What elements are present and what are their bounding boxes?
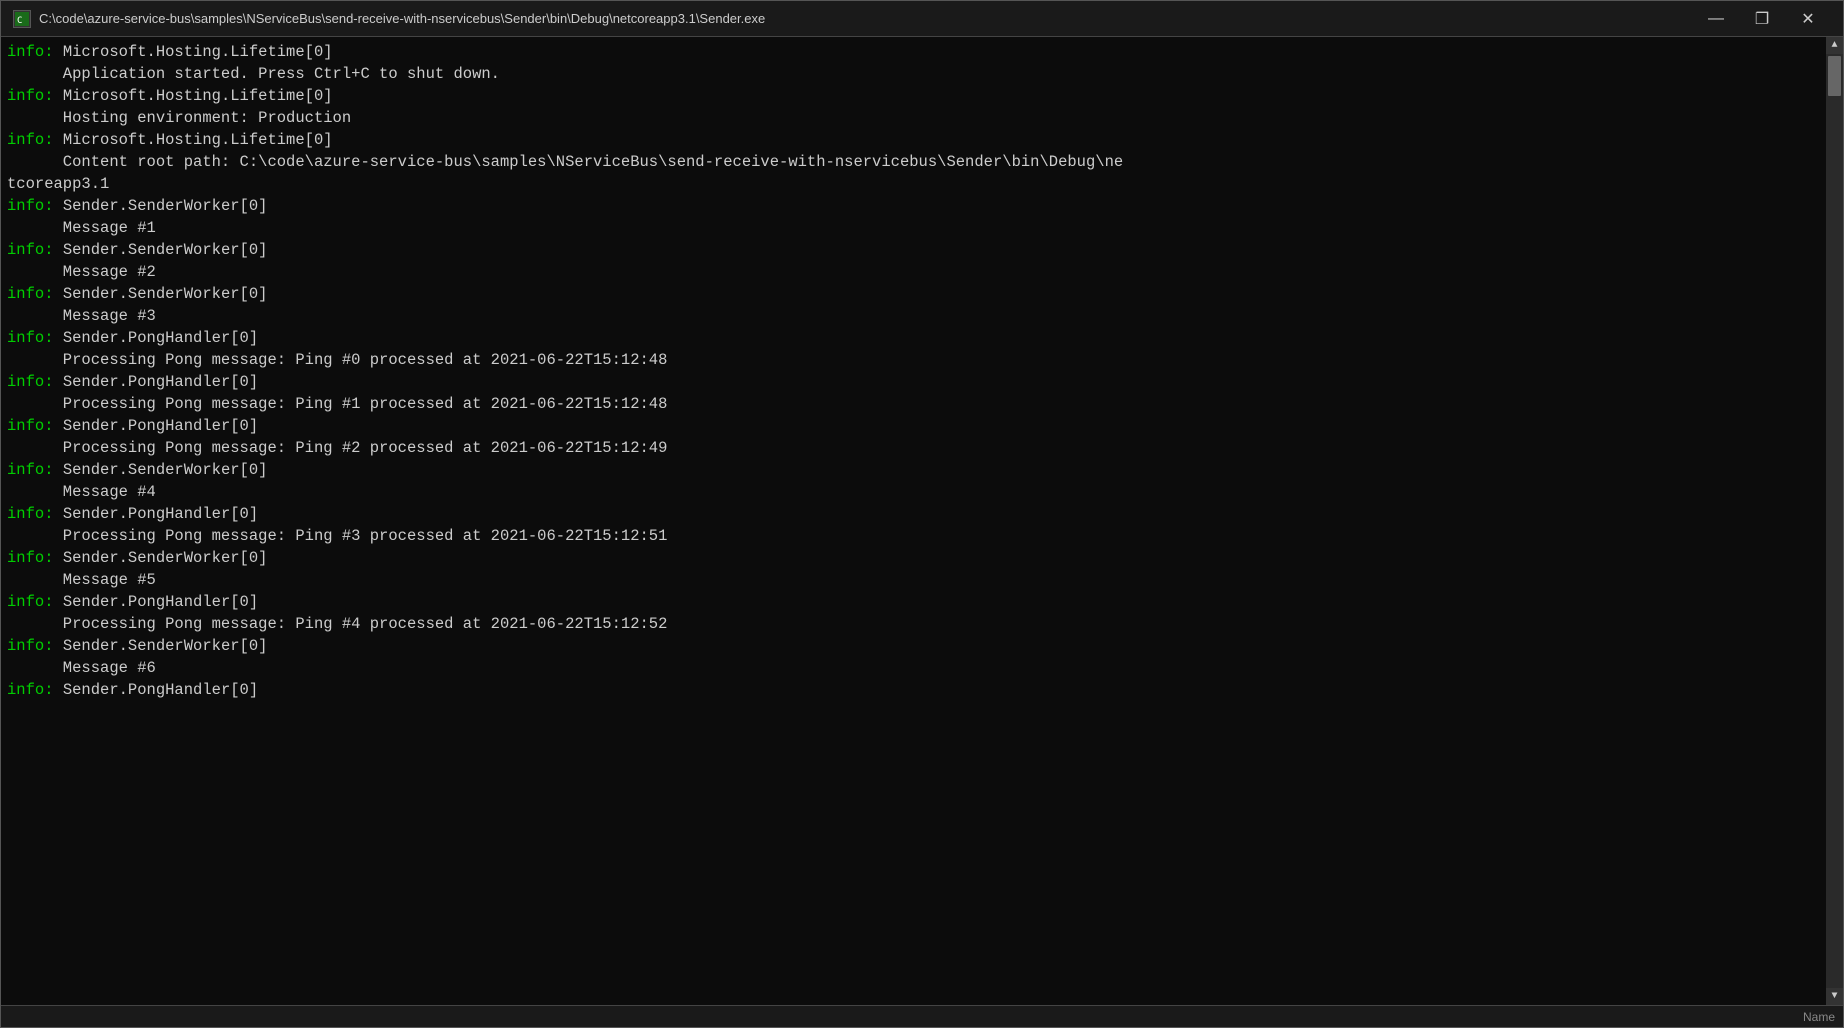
log-line: Message #4: [7, 481, 1820, 503]
log-line: info: Sender.SenderWorker[0]: [7, 459, 1820, 481]
title-bar: C C:\code\azure-service-bus\samples\NSer…: [1, 1, 1843, 37]
status-right: Name: [1803, 1010, 1835, 1024]
log-line: info: Sender.SenderWorker[0]: [7, 547, 1820, 569]
console-window: C C:\code\azure-service-bus\samples\NSer…: [0, 0, 1844, 1028]
log-line: info: Sender.PongHandler[0]: [7, 679, 1820, 701]
log-line: info: Sender.PongHandler[0]: [7, 415, 1820, 437]
log-line: tcoreapp3.1: [7, 173, 1820, 195]
scrollbar-thumb[interactable]: [1828, 56, 1841, 96]
minimize-button[interactable]: —: [1693, 1, 1739, 37]
console-area: info: Microsoft.Hosting.Lifetime[0] Appl…: [1, 37, 1843, 1005]
log-line: Message #1: [7, 217, 1820, 239]
log-line: Message #6: [7, 657, 1820, 679]
log-line: info: Sender.SenderWorker[0]: [7, 195, 1820, 217]
log-line: Message #3: [7, 305, 1820, 327]
svg-text:C: C: [17, 16, 22, 26]
status-bar: Name: [1, 1005, 1843, 1027]
scroll-down-arrow[interactable]: ▼: [1826, 988, 1843, 1005]
log-line: Application started. Press Ctrl+C to shu…: [7, 63, 1820, 85]
log-line: info: Sender.PongHandler[0]: [7, 591, 1820, 613]
log-line: info: Sender.PongHandler[0]: [7, 371, 1820, 393]
log-line: info: Sender.SenderWorker[0]: [7, 635, 1820, 657]
scrollbar[interactable]: ▲ ▼: [1826, 37, 1843, 1005]
log-line: Message #2: [7, 261, 1820, 283]
window-title: C:\code\azure-service-bus\samples\NServi…: [39, 11, 1693, 26]
log-line: info: Microsoft.Hosting.Lifetime[0]: [7, 129, 1820, 151]
window-controls: — ❐ ✕: [1693, 1, 1831, 37]
log-line: info: Microsoft.Hosting.Lifetime[0]: [7, 85, 1820, 107]
log-line: info: Sender.PongHandler[0]: [7, 327, 1820, 349]
log-line: Processing Pong message: Ping #4 process…: [7, 613, 1820, 635]
log-line: Message #5: [7, 569, 1820, 591]
log-line: Processing Pong message: Ping #1 process…: [7, 393, 1820, 415]
log-line: info: Sender.SenderWorker[0]: [7, 283, 1820, 305]
log-line: Hosting environment: Production: [7, 107, 1820, 129]
log-line: Processing Pong message: Ping #3 process…: [7, 525, 1820, 547]
maximize-button[interactable]: ❐: [1739, 1, 1785, 37]
log-line: info: Sender.SenderWorker[0]: [7, 239, 1820, 261]
log-line: info: Sender.PongHandler[0]: [7, 503, 1820, 525]
log-line: Processing Pong message: Ping #2 process…: [7, 437, 1820, 459]
console-output[interactable]: info: Microsoft.Hosting.Lifetime[0] Appl…: [1, 37, 1826, 1005]
scroll-up-arrow[interactable]: ▲: [1826, 37, 1843, 54]
log-line: info: Microsoft.Hosting.Lifetime[0]: [7, 41, 1820, 63]
log-line: Content root path: C:\code\azure-service…: [7, 151, 1820, 173]
close-button[interactable]: ✕: [1785, 1, 1831, 37]
log-line: Processing Pong message: Ping #0 process…: [7, 349, 1820, 371]
app-icon: C: [13, 10, 31, 28]
